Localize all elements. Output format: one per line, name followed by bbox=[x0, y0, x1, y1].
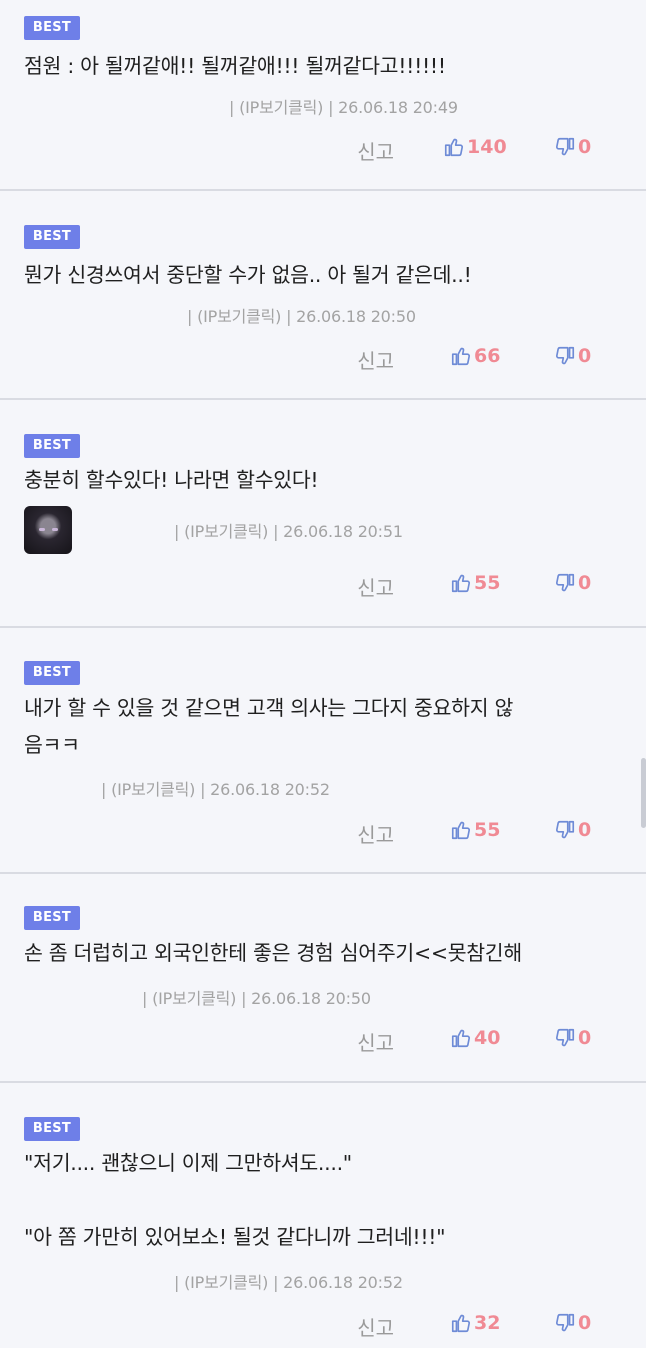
comment-text: 뭔가 신경쓰여서 중단할 수가 없음.. 아 될거 같은데..! bbox=[24, 263, 472, 287]
comment-meta[interactable]: | (IP보기클릭) | 26.06.18 20:49 bbox=[229, 94, 458, 118]
thumbs-up-icon bbox=[451, 1029, 470, 1048]
best-badge: BEST bbox=[24, 661, 80, 685]
comment-meta[interactable]: | (IP보기클릭) | 26.06.18 20:52 bbox=[174, 1269, 403, 1293]
report-button[interactable]: 신고 bbox=[357, 1312, 394, 1341]
best-badge: BEST bbox=[24, 225, 80, 249]
comment-text: 점원 : 아 될꺼같애!! 될꺼같애!!! 될꺼같다고!!!!!! bbox=[24, 54, 446, 78]
dislike-count: 0 bbox=[578, 136, 592, 158]
like-button[interactable]: 140 bbox=[443, 136, 507, 158]
report-button[interactable]: 신고 bbox=[357, 819, 394, 848]
best-badge: BEST bbox=[24, 16, 80, 40]
dislike-count: 0 bbox=[578, 1312, 592, 1334]
scrollbar[interactable] bbox=[641, 758, 646, 828]
comment-item: BEST 뭔가 신경쓰여서 중단할 수가 없음.. 아 될거 같은데..! | … bbox=[0, 191, 646, 400]
thumbs-down-icon bbox=[556, 346, 575, 365]
comment-item: BEST 충분히 할수있다! 나라면 할수있다! | (IP보기클릭) | 26… bbox=[0, 400, 646, 628]
thumbs-down-icon bbox=[556, 1313, 575, 1332]
dislike-button[interactable]: 0 bbox=[554, 1027, 591, 1049]
thumbs-up-icon bbox=[451, 821, 470, 840]
best-badge: BEST bbox=[24, 1117, 80, 1141]
thumbs-down-icon bbox=[556, 820, 575, 839]
thumbs-up-icon bbox=[451, 347, 470, 366]
avatar[interactable] bbox=[24, 506, 72, 554]
like-count: 55 bbox=[474, 819, 501, 841]
comment-meta[interactable]: | (IP보기클릭) | 26.06.18 20:52 bbox=[101, 776, 330, 800]
comment-text: 손 좀 더럽히고 외국인한테 좋은 경험 심어주기<<못참긴해 bbox=[24, 941, 522, 965]
dislike-count: 0 bbox=[578, 1027, 592, 1049]
dislike-button[interactable]: 0 bbox=[554, 572, 591, 594]
dislike-count: 0 bbox=[578, 819, 592, 841]
comment-meta[interactable]: | (IP보기클릭) | 26.06.18 20:50 bbox=[142, 985, 371, 1009]
comment-item: BEST 내가 할 수 있을 것 같으면 고객 의사는 그다지 중요하지 않 음… bbox=[0, 628, 646, 874]
thumbs-up-icon bbox=[451, 1314, 470, 1333]
comment-item: BEST "저기.... 괜찮으니 이제 그만하셔도...." "아 쫌 가만히… bbox=[0, 1083, 646, 1348]
dislike-button[interactable]: 0 bbox=[554, 1312, 591, 1334]
comment-text: "저기.... 괜찮으니 이제 그만하셔도...." "아 쫌 가만히 있어보소… bbox=[24, 1151, 446, 1249]
dislike-button[interactable]: 0 bbox=[554, 819, 591, 841]
like-button[interactable]: 55 bbox=[450, 819, 500, 841]
like-count: 32 bbox=[474, 1312, 501, 1334]
avatar-eye bbox=[52, 528, 58, 531]
comment-item: BEST 점원 : 아 될꺼같애!! 될꺼같애!!! 될꺼같다고!!!!!! |… bbox=[0, 0, 646, 191]
like-button[interactable]: 40 bbox=[450, 1027, 500, 1049]
like-count: 140 bbox=[467, 136, 507, 158]
dislike-button[interactable]: 0 bbox=[554, 345, 591, 367]
thumbs-down-icon bbox=[556, 1028, 575, 1047]
report-button[interactable]: 신고 bbox=[357, 345, 394, 374]
thumbs-up-icon bbox=[444, 138, 463, 157]
thumbs-up-icon bbox=[451, 574, 470, 593]
like-button[interactable]: 55 bbox=[450, 572, 500, 594]
thumbs-down-icon bbox=[556, 137, 575, 156]
comment-item: BEST 손 좀 더럽히고 외국인한테 좋은 경험 심어주기<<못참긴해 | (… bbox=[0, 874, 646, 1083]
like-button[interactable]: 32 bbox=[450, 1312, 500, 1334]
dislike-count: 0 bbox=[578, 345, 592, 367]
report-button[interactable]: 신고 bbox=[357, 572, 394, 601]
thumbs-down-icon bbox=[556, 573, 575, 592]
comment-text: 내가 할 수 있을 것 같으면 고객 의사는 그다지 중요하지 않 음ㅋㅋ bbox=[24, 696, 514, 757]
comment-text: 충분히 할수있다! 나라면 할수있다! bbox=[24, 468, 319, 492]
like-count: 40 bbox=[474, 1027, 501, 1049]
avatar-eye bbox=[39, 528, 45, 531]
like-count: 66 bbox=[474, 345, 501, 367]
comment-meta[interactable]: | (IP보기클릭) | 26.06.18 20:50 bbox=[187, 303, 416, 327]
like-count: 55 bbox=[474, 572, 501, 594]
like-button[interactable]: 66 bbox=[450, 345, 500, 367]
comment-meta[interactable]: | (IP보기클릭) | 26.06.18 20:51 bbox=[174, 518, 403, 542]
dislike-button[interactable]: 0 bbox=[554, 136, 591, 158]
best-badge: BEST bbox=[24, 906, 80, 930]
report-button[interactable]: 신고 bbox=[357, 136, 394, 165]
best-badge: BEST bbox=[24, 434, 80, 458]
report-button[interactable]: 신고 bbox=[357, 1027, 394, 1056]
dislike-count: 0 bbox=[578, 572, 592, 594]
comment-list: BEST 점원 : 아 될꺼같애!! 될꺼같애!!! 될꺼같다고!!!!!! |… bbox=[0, 0, 646, 1348]
